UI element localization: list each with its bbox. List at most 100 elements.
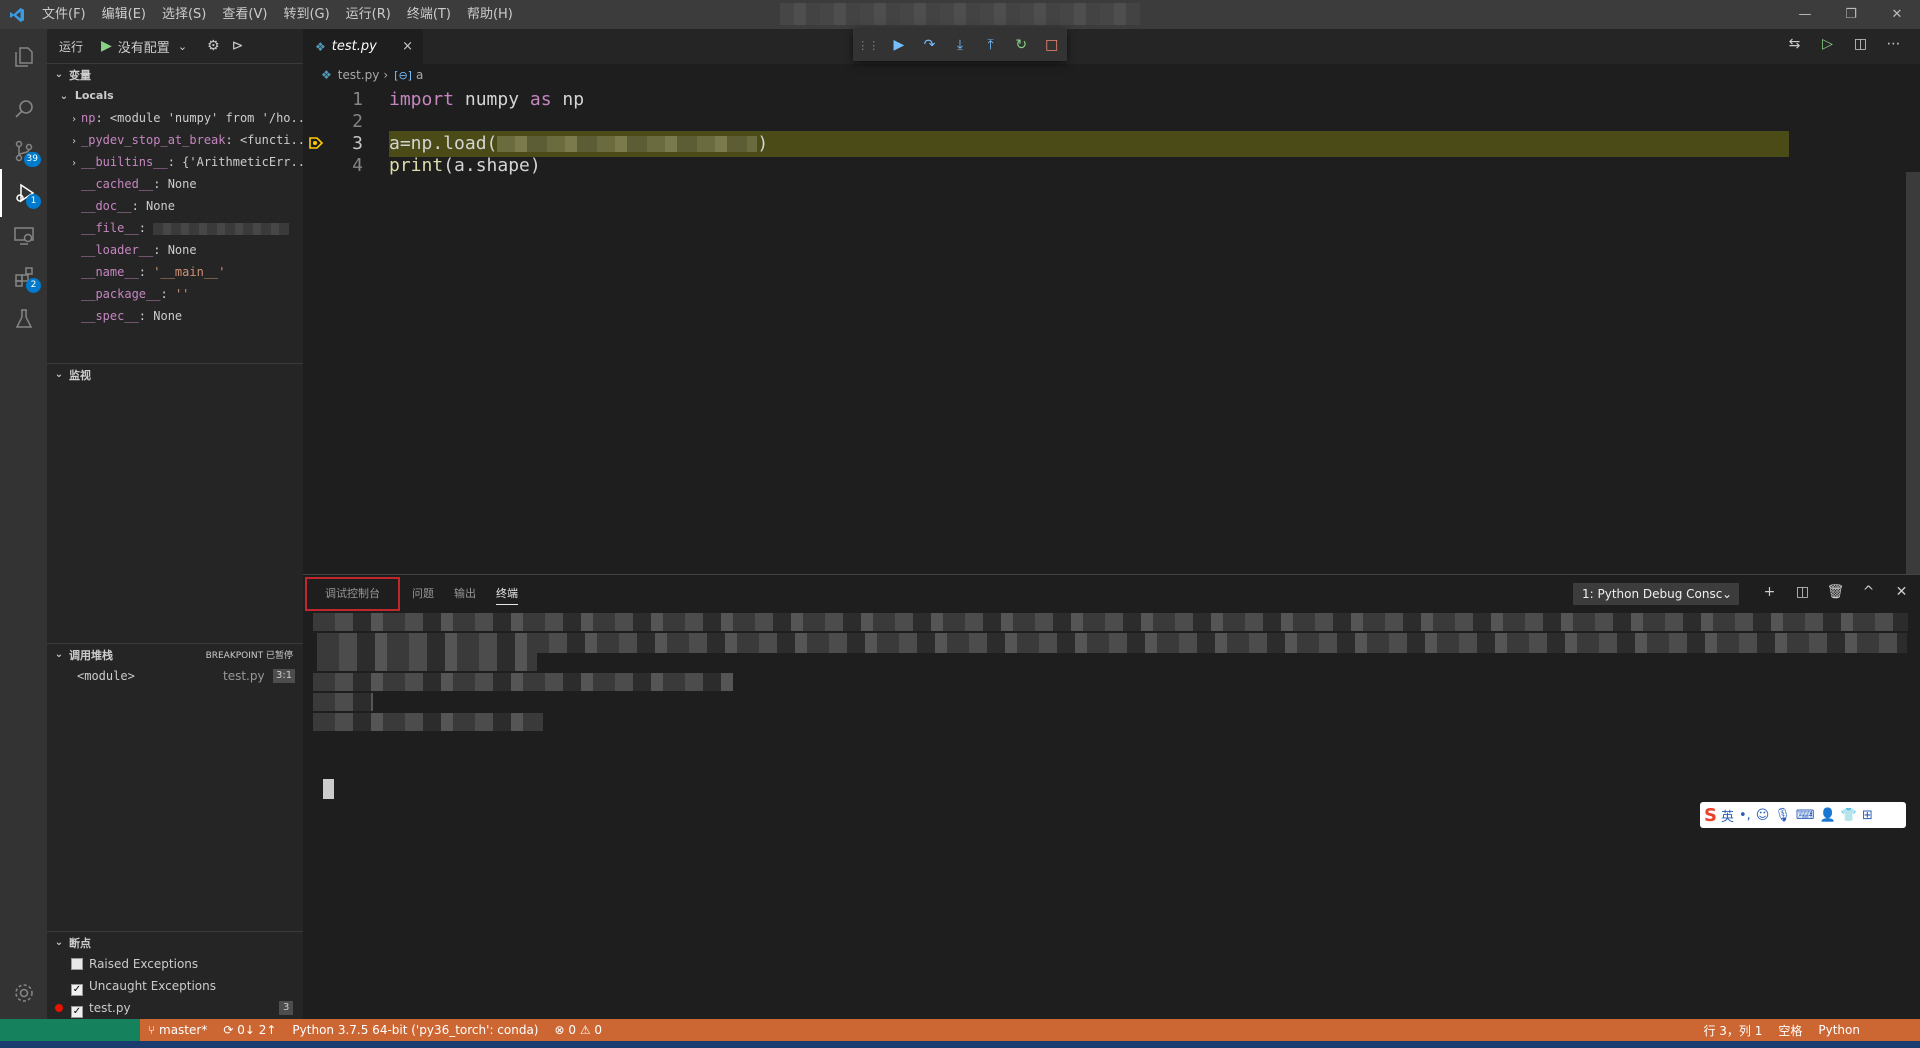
breakpoints-section-header[interactable]: ⌄ 断点 <box>47 931 303 953</box>
ime-toolbar[interactable]: S 英 •, ☺ 🎙 ⌨ 👤 👕 ⊞ <box>1700 802 1906 828</box>
chevron-right-icon[interactable]: › <box>67 153 81 173</box>
debug-console-toggle-icon[interactable]: ⊳ <box>232 38 244 54</box>
user-icon[interactable]: 👤 <box>1820 808 1836 823</box>
chevron-right-icon[interactable]: › <box>67 131 81 151</box>
git-branch[interactable]: ⑂ master* <box>148 1023 207 1037</box>
tab-close-icon[interactable]: × <box>402 39 413 54</box>
variable-row[interactable]: __cached__: None <box>47 173 303 195</box>
menu-help[interactable]: 帮助(H) <box>459 0 521 29</box>
breakpoint-checkbox[interactable] <box>71 958 83 970</box>
tab-debug-console[interactable]: 调试控制台 <box>303 575 402 613</box>
run-debug-icon[interactable]: 1 <box>0 169 47 217</box>
close-window-button[interactable]: ✕ <box>1874 0 1920 29</box>
chevron-right-icon[interactable]: › <box>67 109 81 129</box>
split-editor-icon[interactable]: ◫ <box>1844 36 1877 52</box>
variable-value: None <box>167 177 197 191</box>
emoji-icon[interactable]: ☺ <box>1756 808 1770 823</box>
indentation[interactable]: 空格 <box>1778 1022 1802 1039</box>
open-launch-json-gear-icon[interactable]: ⚙ <box>207 38 220 54</box>
split-terminal-icon[interactable]: ◫ <box>1786 584 1819 600</box>
breakpoint-row[interactable]: ✓ test.py 3 <box>47 997 303 1019</box>
run-view-title: 运行 <box>59 39 84 54</box>
variables-section-header[interactable]: ⌄ 变量 <box>47 63 303 85</box>
language-mode[interactable]: Python <box>1818 1023 1860 1037</box>
chevron-down-icon: ⌄ <box>54 649 64 660</box>
testing-icon[interactable] <box>0 295 47 343</box>
python-interpreter[interactable]: Python 3.7.5 64-bit ('py36_torch': conda… <box>292 1023 538 1037</box>
terminal-output[interactable] <box>303 613 1920 1018</box>
breadcrumb: ❖ test.py › [⊖] a <box>303 64 423 86</box>
remote-explorer-icon[interactable] <box>0 211 47 259</box>
extensions-icon[interactable]: 2 <box>0 253 47 301</box>
source-control-icon[interactable]: 39 <box>0 127 47 175</box>
breadcrumb-file[interactable]: test.py <box>338 68 380 82</box>
menu-run[interactable]: 运行(R) <box>338 0 399 29</box>
call-stack-section-header[interactable]: ⌄ 调用堆栈 BREAKPOINT 已暂停 <box>47 643 303 665</box>
cursor-position[interactable]: 行 3，列 1 <box>1703 1022 1762 1039</box>
kill-terminal-icon[interactable]: 🗑 <box>1819 584 1852 600</box>
start-debugging-icon[interactable]: ▶ <box>101 38 112 54</box>
remote-indicator[interactable] <box>0 1019 140 1041</box>
variable-row[interactable]: __loader__: None <box>47 239 303 261</box>
tab-test-py[interactable]: ❖ test.py × <box>303 29 423 64</box>
variable-row[interactable]: ›_pydev_stop_at_break: <functi... <box>47 129 303 151</box>
menu-view[interactable]: 查看(V) <box>214 0 275 29</box>
variable-row[interactable]: __package__: '' <box>47 283 303 305</box>
menu-go[interactable]: 转到(G) <box>275 0 337 29</box>
step-out-icon[interactable]: ⤒ <box>975 37 1006 53</box>
code-editor[interactable]: 1 import numpy as np 2 3 a=np.load() 4 p… <box>303 86 1920 592</box>
terminal-select[interactable]: 1: Python Debug Consc ⌄ <box>1573 583 1739 605</box>
launch-config-select[interactable]: 没有配置 <box>118 37 170 56</box>
problems-count[interactable]: ⊗ 0 ⚠ 0 <box>555 1023 603 1037</box>
maximize-panel-icon[interactable]: ^ <box>1852 584 1885 600</box>
variable-name: __cached__ <box>81 177 154 191</box>
search-icon[interactable] <box>0 85 47 133</box>
stop-icon[interactable]: □ <box>1036 37 1067 53</box>
menu-terminal[interactable]: 终端(T) <box>399 0 459 29</box>
menu-edit[interactable]: 编辑(E) <box>94 0 154 29</box>
close-panel-icon[interactable]: ✕ <box>1885 584 1918 600</box>
variable-row[interactable]: › np: <module 'numpy' from '/ho... <box>47 107 303 129</box>
skin-icon[interactable]: 👕 <box>1841 808 1857 823</box>
call-stack-frame[interactable]: <module> test.py 3:1 <box>47 665 303 687</box>
restart-icon[interactable]: ↻ <box>1006 37 1037 53</box>
variable-row[interactable]: __name__: '__main__' <box>47 261 303 283</box>
variable-row[interactable]: __spec__: None <box>47 305 303 327</box>
punctuation-icon[interactable]: •, <box>1739 808 1751 823</box>
breadcrumb-symbol[interactable]: a <box>416 68 423 82</box>
menu-selection[interactable]: 选择(S) <box>154 0 214 29</box>
drag-handle-icon[interactable]: ⋮⋮ <box>853 39 884 52</box>
variable-row[interactable]: __doc__: None <box>47 195 303 217</box>
minimize-button[interactable]: — <box>1782 0 1828 29</box>
tab-problems[interactable]: 问题 <box>402 575 444 613</box>
sync-status[interactable]: ⟳ 0↓ 2↑ <box>223 1023 276 1037</box>
step-over-icon[interactable]: ↷ <box>914 37 945 53</box>
keyboard-icon[interactable]: ⌨ <box>1796 808 1815 823</box>
toolbox-icon[interactable]: ⊞ <box>1862 808 1873 823</box>
manage-gear-icon[interactable] <box>0 969 47 1017</box>
locals-scope[interactable]: ⌄ Locals <box>47 85 303 107</box>
run-file-icon[interactable]: ▷ <box>1811 36 1844 52</box>
breakpoint-checkbox[interactable]: ✓ <box>71 1006 83 1018</box>
chevron-down-icon[interactable]: ⌄ <box>178 40 187 53</box>
activity-bar: 39 1 2 <box>0 29 47 1019</box>
open-changes-icon[interactable]: ⇆ <box>1778 36 1811 52</box>
explorer-icon[interactable] <box>0 33 47 81</box>
menu-file[interactable]: 文件(F) <box>34 0 94 29</box>
new-terminal-icon[interactable]: + <box>1753 584 1786 600</box>
step-into-icon[interactable]: ⤓ <box>945 37 976 53</box>
restore-button[interactable]: ❐ <box>1828 0 1874 29</box>
breakpoint-checkbox[interactable]: ✓ <box>71 984 83 996</box>
tab-output[interactable]: 输出 <box>444 575 486 613</box>
more-actions-icon[interactable]: ⋯ <box>1877 36 1910 52</box>
variable-row[interactable]: › __builtins__: {'ArithmeticErr... <box>47 151 303 173</box>
watch-section-header[interactable]: ⌄ 监视 <box>47 363 303 385</box>
microphone-icon[interactable]: 🎙 <box>1774 808 1791 823</box>
variable-row[interactable]: __file__: <box>47 217 303 239</box>
editor-scrollbar[interactable] <box>1906 172 1920 592</box>
ime-language[interactable]: 英 <box>1721 806 1734 825</box>
continue-icon[interactable]: ▶ <box>884 37 915 53</box>
breakpoint-row[interactable]: ✓ Uncaught Exceptions <box>47 975 303 997</box>
tab-terminal[interactable]: 终端 <box>486 575 528 613</box>
breakpoint-row[interactable]: Raised Exceptions <box>47 953 303 975</box>
